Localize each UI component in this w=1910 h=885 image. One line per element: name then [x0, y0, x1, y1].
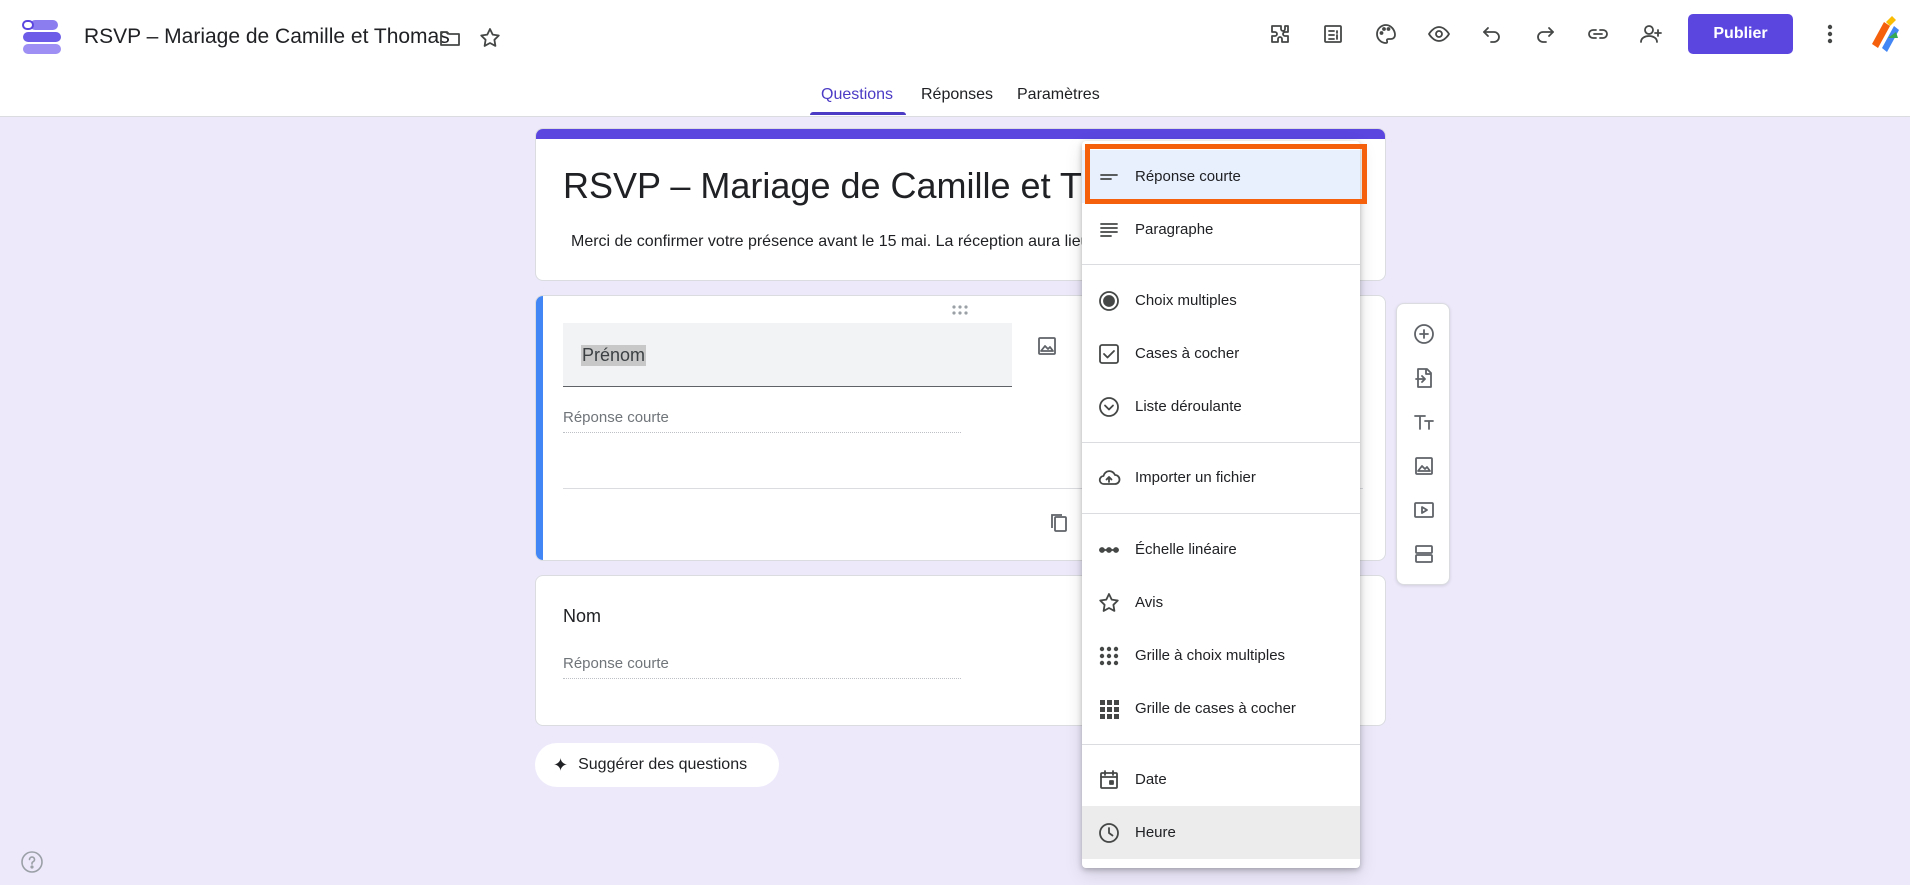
- suggest-questions-button[interactable]: ✦ Suggérer des questions: [535, 743, 779, 787]
- active-tab-indicator: [810, 112, 906, 115]
- paragraph-icon: [1096, 217, 1122, 243]
- add-question-icon[interactable]: [1408, 318, 1440, 350]
- publish-button[interactable]: Publier: [1688, 14, 1793, 54]
- short-answer-icon: [1096, 164, 1122, 190]
- palette-icon[interactable]: [1368, 16, 1404, 52]
- menu-item-label: Échelle linéaire: [1135, 541, 1237, 558]
- add-collaborator-icon[interactable]: [1633, 16, 1669, 52]
- app-header: RSVP – Mariage de Camille et Thomas Publ…: [0, 0, 1910, 117]
- question-title-text: Prénom: [581, 345, 647, 366]
- checkbox-icon: [1096, 341, 1122, 367]
- response-sheet-icon[interactable]: [1315, 16, 1351, 52]
- document-title[interactable]: RSVP – Mariage de Camille et Thomas: [84, 25, 450, 49]
- menu-item-label: Date: [1135, 771, 1167, 788]
- menu-divider: [1082, 744, 1360, 745]
- title-card-accent: [536, 129, 1385, 139]
- question-type-menu: Réponse courte Paragraphe Choix multiple…: [1082, 141, 1360, 868]
- menu-item-time[interactable]: Heure: [1082, 806, 1360, 859]
- menu-divider: [1082, 442, 1360, 443]
- dropdown-icon: [1096, 394, 1122, 420]
- star-icon[interactable]: [472, 20, 508, 56]
- add-video-icon[interactable]: [1408, 494, 1440, 526]
- menu-item-label: Heure: [1135, 824, 1176, 841]
- preview-eye-icon[interactable]: [1421, 16, 1457, 52]
- menu-item-date[interactable]: Date: [1082, 753, 1360, 806]
- menu-item-label: Importer un fichier: [1135, 469, 1256, 486]
- help-icon[interactable]: [20, 850, 44, 874]
- short-answer-placeholder: Réponse courte: [563, 409, 961, 433]
- forms-logo[interactable]: [22, 18, 62, 56]
- tab-questions[interactable]: Questions: [821, 86, 893, 104]
- tab-responses[interactable]: Réponses: [921, 86, 993, 104]
- menu-item-label: Liste déroulante: [1135, 398, 1242, 415]
- grid-dots-icon: [1096, 643, 1122, 669]
- cloud-upload-icon: [1096, 465, 1122, 491]
- menu-item-short-answer[interactable]: Réponse courte: [1082, 150, 1360, 203]
- menu-item-multiple-choice-grid[interactable]: Grille à choix multiples: [1082, 629, 1360, 682]
- menu-item-rating[interactable]: Avis: [1082, 576, 1360, 629]
- folder-icon[interactable]: [432, 20, 468, 56]
- sparkle-icon: ✦: [553, 754, 569, 775]
- grid-squares-icon: [1096, 696, 1122, 722]
- add-image-icon[interactable]: [1408, 450, 1440, 482]
- menu-item-label: Choix multiples: [1135, 292, 1237, 309]
- radio-icon: [1096, 288, 1122, 314]
- tab-settings[interactable]: Paramètres: [1017, 86, 1100, 104]
- menu-item-dropdown[interactable]: Liste déroulante: [1082, 380, 1360, 433]
- account-avatar[interactable]: [1868, 14, 1902, 54]
- undo-icon[interactable]: [1474, 16, 1510, 52]
- question-title-input[interactable]: Prénom: [563, 323, 1012, 387]
- menu-item-label: Cases à cocher: [1135, 345, 1240, 362]
- menu-item-label: Grille à choix multiples: [1135, 647, 1286, 664]
- menu-item-label: Avis: [1135, 594, 1164, 611]
- redo-icon[interactable]: [1527, 16, 1563, 52]
- question-title: Nom: [563, 606, 602, 626]
- menu-item-multiple-choice[interactable]: Choix multiples: [1082, 274, 1360, 327]
- drag-handle-icon[interactable]: [951, 304, 973, 318]
- menu-item-label: Réponse courte: [1135, 168, 1241, 185]
- suggest-questions-label: Suggérer des questions: [578, 756, 748, 773]
- menu-item-label: Grille de cases à cocher: [1135, 700, 1296, 717]
- add-section-icon[interactable]: [1408, 538, 1440, 570]
- floating-toolbar: [1396, 303, 1450, 585]
- star-icon: [1096, 590, 1122, 616]
- duplicate-icon[interactable]: [1044, 508, 1074, 538]
- menu-item-label: Paragraphe: [1135, 221, 1214, 238]
- menu-divider: [1082, 513, 1360, 514]
- calendar-icon: [1096, 767, 1122, 793]
- add-title-icon[interactable]: [1408, 406, 1440, 438]
- more-vert-icon[interactable]: [1812, 16, 1848, 52]
- clock-icon: [1096, 820, 1122, 846]
- import-questions-icon[interactable]: [1408, 362, 1440, 394]
- menu-item-checkboxes[interactable]: Cases à cocher: [1082, 327, 1360, 380]
- add-image-icon[interactable]: [1032, 331, 1062, 361]
- short-answer-placeholder: Réponse courte: [563, 655, 961, 679]
- tab-bar: Questions Réponses Paramètres: [0, 80, 1910, 116]
- addons-icon[interactable]: [1262, 16, 1298, 52]
- linear-scale-icon: [1096, 537, 1122, 563]
- form-description[interactable]: Merci de confirmer votre présence avant …: [571, 233, 1089, 251]
- menu-item-file-upload[interactable]: Importer un fichier: [1082, 451, 1360, 504]
- menu-item-linear-scale[interactable]: Échelle linéaire: [1082, 523, 1360, 576]
- link-icon[interactable]: [1580, 16, 1616, 52]
- menu-item-checkbox-grid[interactable]: Grille de cases à cocher: [1082, 682, 1360, 735]
- menu-item-paragraph[interactable]: Paragraphe: [1082, 203, 1360, 256]
- menu-divider: [1082, 264, 1360, 265]
- active-question-bar: [536, 296, 543, 560]
